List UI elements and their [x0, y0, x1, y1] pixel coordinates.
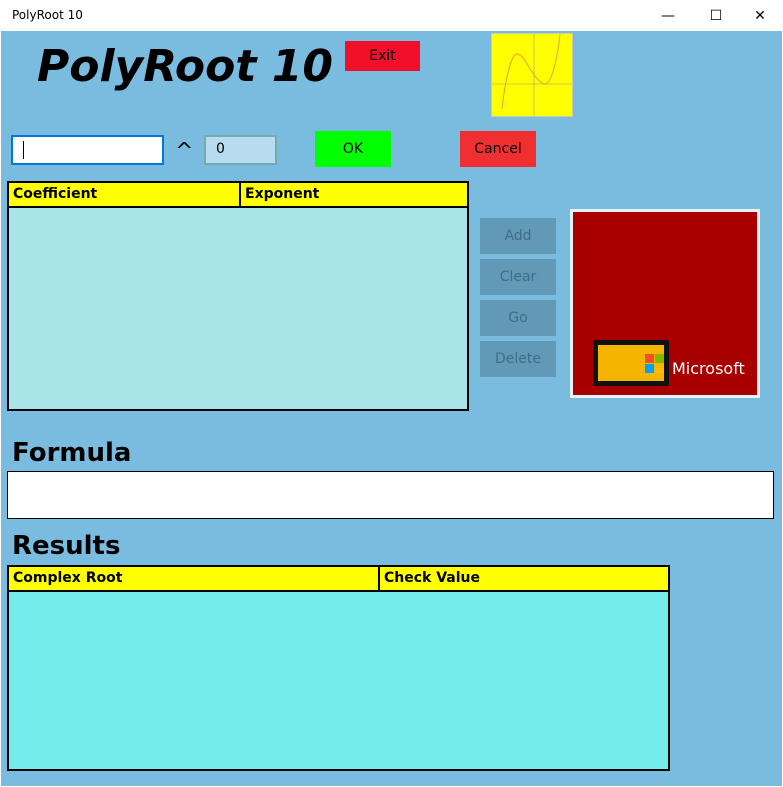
microsoft-ad[interactable]: Microsoft — [570, 209, 760, 398]
ok-button[interactable]: OK — [315, 131, 391, 167]
clear-button[interactable]: Clear — [480, 259, 556, 295]
column-coefficient[interactable]: Coefficient — [9, 183, 241, 206]
results-grid[interactable]: Complex Root Check Value — [7, 565, 670, 771]
results-heading: Results — [12, 531, 121, 561]
minimize-button[interactable]: — — [645, 0, 691, 31]
microsoft-logo-text: Microsoft — [672, 359, 745, 378]
add-button[interactable]: Add — [480, 218, 556, 254]
cancel-button[interactable]: Cancel — [460, 131, 536, 167]
column-exponent[interactable]: Exponent — [241, 183, 323, 206]
close-button[interactable]: ✕ — [737, 0, 783, 31]
graph-thumbnail — [491, 33, 573, 117]
app-client: PolyRoot 10 Exit ^ 0 OK Cancel Coefficie… — [1, 31, 782, 786]
app-title: PolyRoot 10 — [37, 41, 333, 92]
maximize-button[interactable]: ☐ — [693, 0, 739, 31]
column-check-value[interactable]: Check Value — [380, 567, 484, 590]
exit-button[interactable]: Exit — [345, 41, 420, 71]
go-button[interactable]: Go — [480, 300, 556, 336]
coefficient-input[interactable] — [11, 135, 164, 165]
exponent-input[interactable]: 0 — [204, 135, 277, 165]
title-bar: PolyRoot 10 — ☐ ✕ — [0, 0, 783, 31]
delete-button[interactable]: Delete — [480, 341, 556, 377]
polynomial-graph-icon — [492, 33, 572, 116]
window-title: PolyRoot 10 — [12, 8, 83, 22]
formula-display — [7, 471, 774, 519]
tablet-illustration — [593, 340, 669, 386]
column-complex-root[interactable]: Complex Root — [9, 567, 380, 590]
terms-grid[interactable]: Coefficient Exponent — [7, 181, 469, 411]
power-symbol: ^ — [175, 139, 194, 164]
formula-heading: Formula — [12, 438, 132, 468]
